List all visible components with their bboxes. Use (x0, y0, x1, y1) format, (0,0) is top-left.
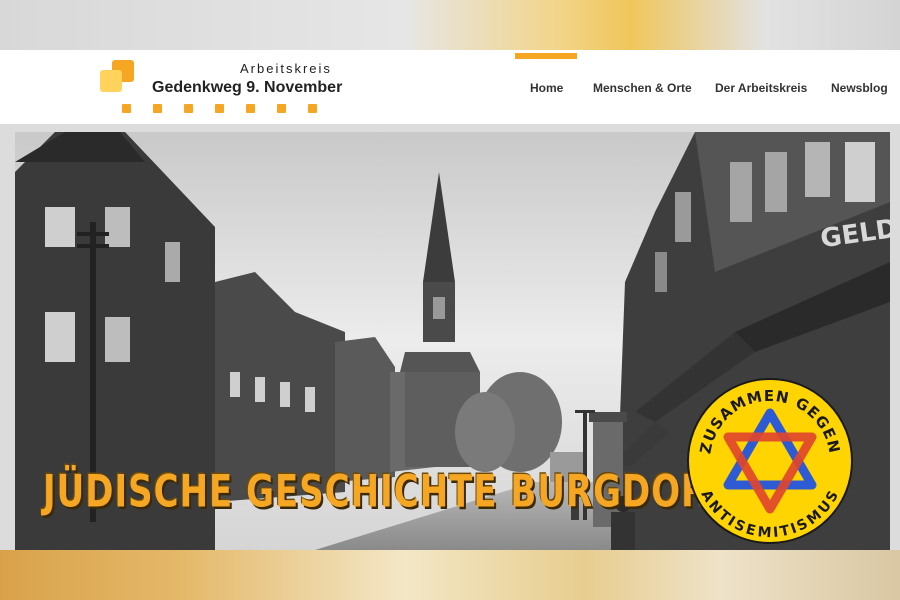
nav-item-newsblog[interactable]: Newsblog (831, 81, 888, 95)
nav-item-arbeitskreis[interactable]: Der Arbeitskreis (715, 81, 807, 95)
hero-title: JÜDISCHE GESCHICHTE BURGDORF (43, 466, 733, 518)
site-header: Arbeitskreis Gedenkweg 9. November Home … (0, 50, 900, 124)
hero-banner: GELD JÜDISCHE GESCHICHTE BURGDORF ZUSAMM… (15, 132, 890, 550)
nav-active-indicator (515, 53, 577, 59)
nav-item-menschen-orte[interactable]: Menschen & Orte (593, 81, 692, 95)
background-blur-bottom (0, 550, 900, 600)
nav-item-home[interactable]: Home (530, 81, 563, 95)
main-nav: Home Menschen & Orte Der Arbeitskreis Ne… (0, 50, 900, 124)
badge-graphic: ZUSAMMEN GEGEN ANTISEMITISMUS (687, 378, 853, 544)
background-blur-top (0, 0, 900, 50)
zusammen-gegen-antisemitismus-badge[interactable]: ZUSAMMEN GEGEN ANTISEMITISMUS (686, 377, 854, 545)
